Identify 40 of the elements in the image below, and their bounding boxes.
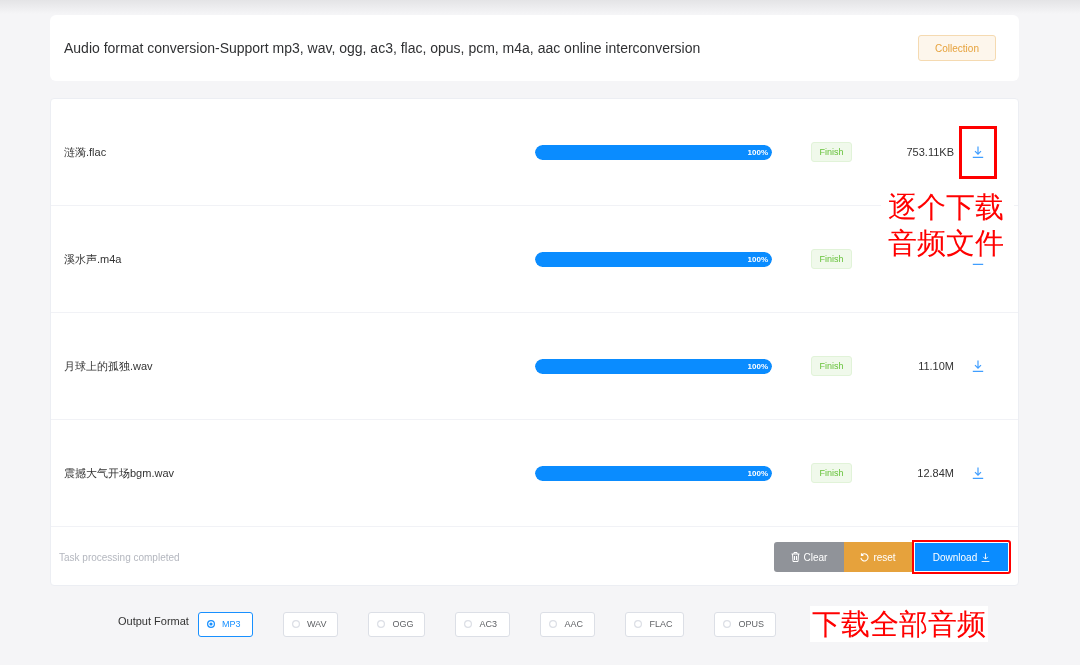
file-size: 753.11KB [906,146,954,158]
radio-icon [634,620,643,628]
download-icon [972,360,984,372]
format-radio-option[interactable]: OPUS [714,611,776,637]
download-button[interactable] [959,125,997,179]
progress-percent: 100% [747,468,769,478]
format-radio-option[interactable]: OGG [368,611,426,637]
format-radio-option[interactable]: MP3 [197,611,253,637]
output-format-label: Output Format [118,615,189,627]
status-tag: Finish [811,249,852,269]
radio-icon [549,620,558,628]
status-tag: Finish [811,463,852,483]
progress-percent: 100% [747,361,769,371]
file-name: 溪水声.m4a [64,251,123,267]
file-size: 12.84M [917,467,954,479]
format-radio-option[interactable]: WAV [282,611,339,637]
radio-icon [377,620,386,628]
progress-percent: 100% [747,254,769,264]
page-title: Audio format conversion-Support mp3, wav, ogg, ac3, flac, opus, pcm, m4a, aac online interconversion [64,40,701,56]
format-radio-option[interactable]: AAC [540,611,596,637]
progress-percent: 100% [747,147,769,157]
radio-icon [206,620,215,628]
download-icon [972,146,984,158]
radio-icon [291,620,300,628]
format-radio-option[interactable]: AC3 [455,611,511,637]
radio-icon [464,620,473,628]
download-icon [981,552,991,562]
refresh-icon [860,552,870,562]
annotation-callout: 下载全部音频 [809,606,988,642]
status-tag: Finish [811,142,852,162]
file-name: 月球上的孤独.wav [64,358,154,374]
file-size: 11.10M [918,360,954,372]
trash-icon [790,552,800,562]
radio-icon [723,620,732,628]
status-message: Task processing completed [59,551,180,563]
file-name: 震撼大气开场bgm.wav [64,465,176,481]
download-icon [972,467,984,479]
status-tag: Finish [811,356,852,376]
file-name: 涟漪.flac [64,144,108,160]
format-radio-option[interactable]: FLAC [625,611,685,637]
